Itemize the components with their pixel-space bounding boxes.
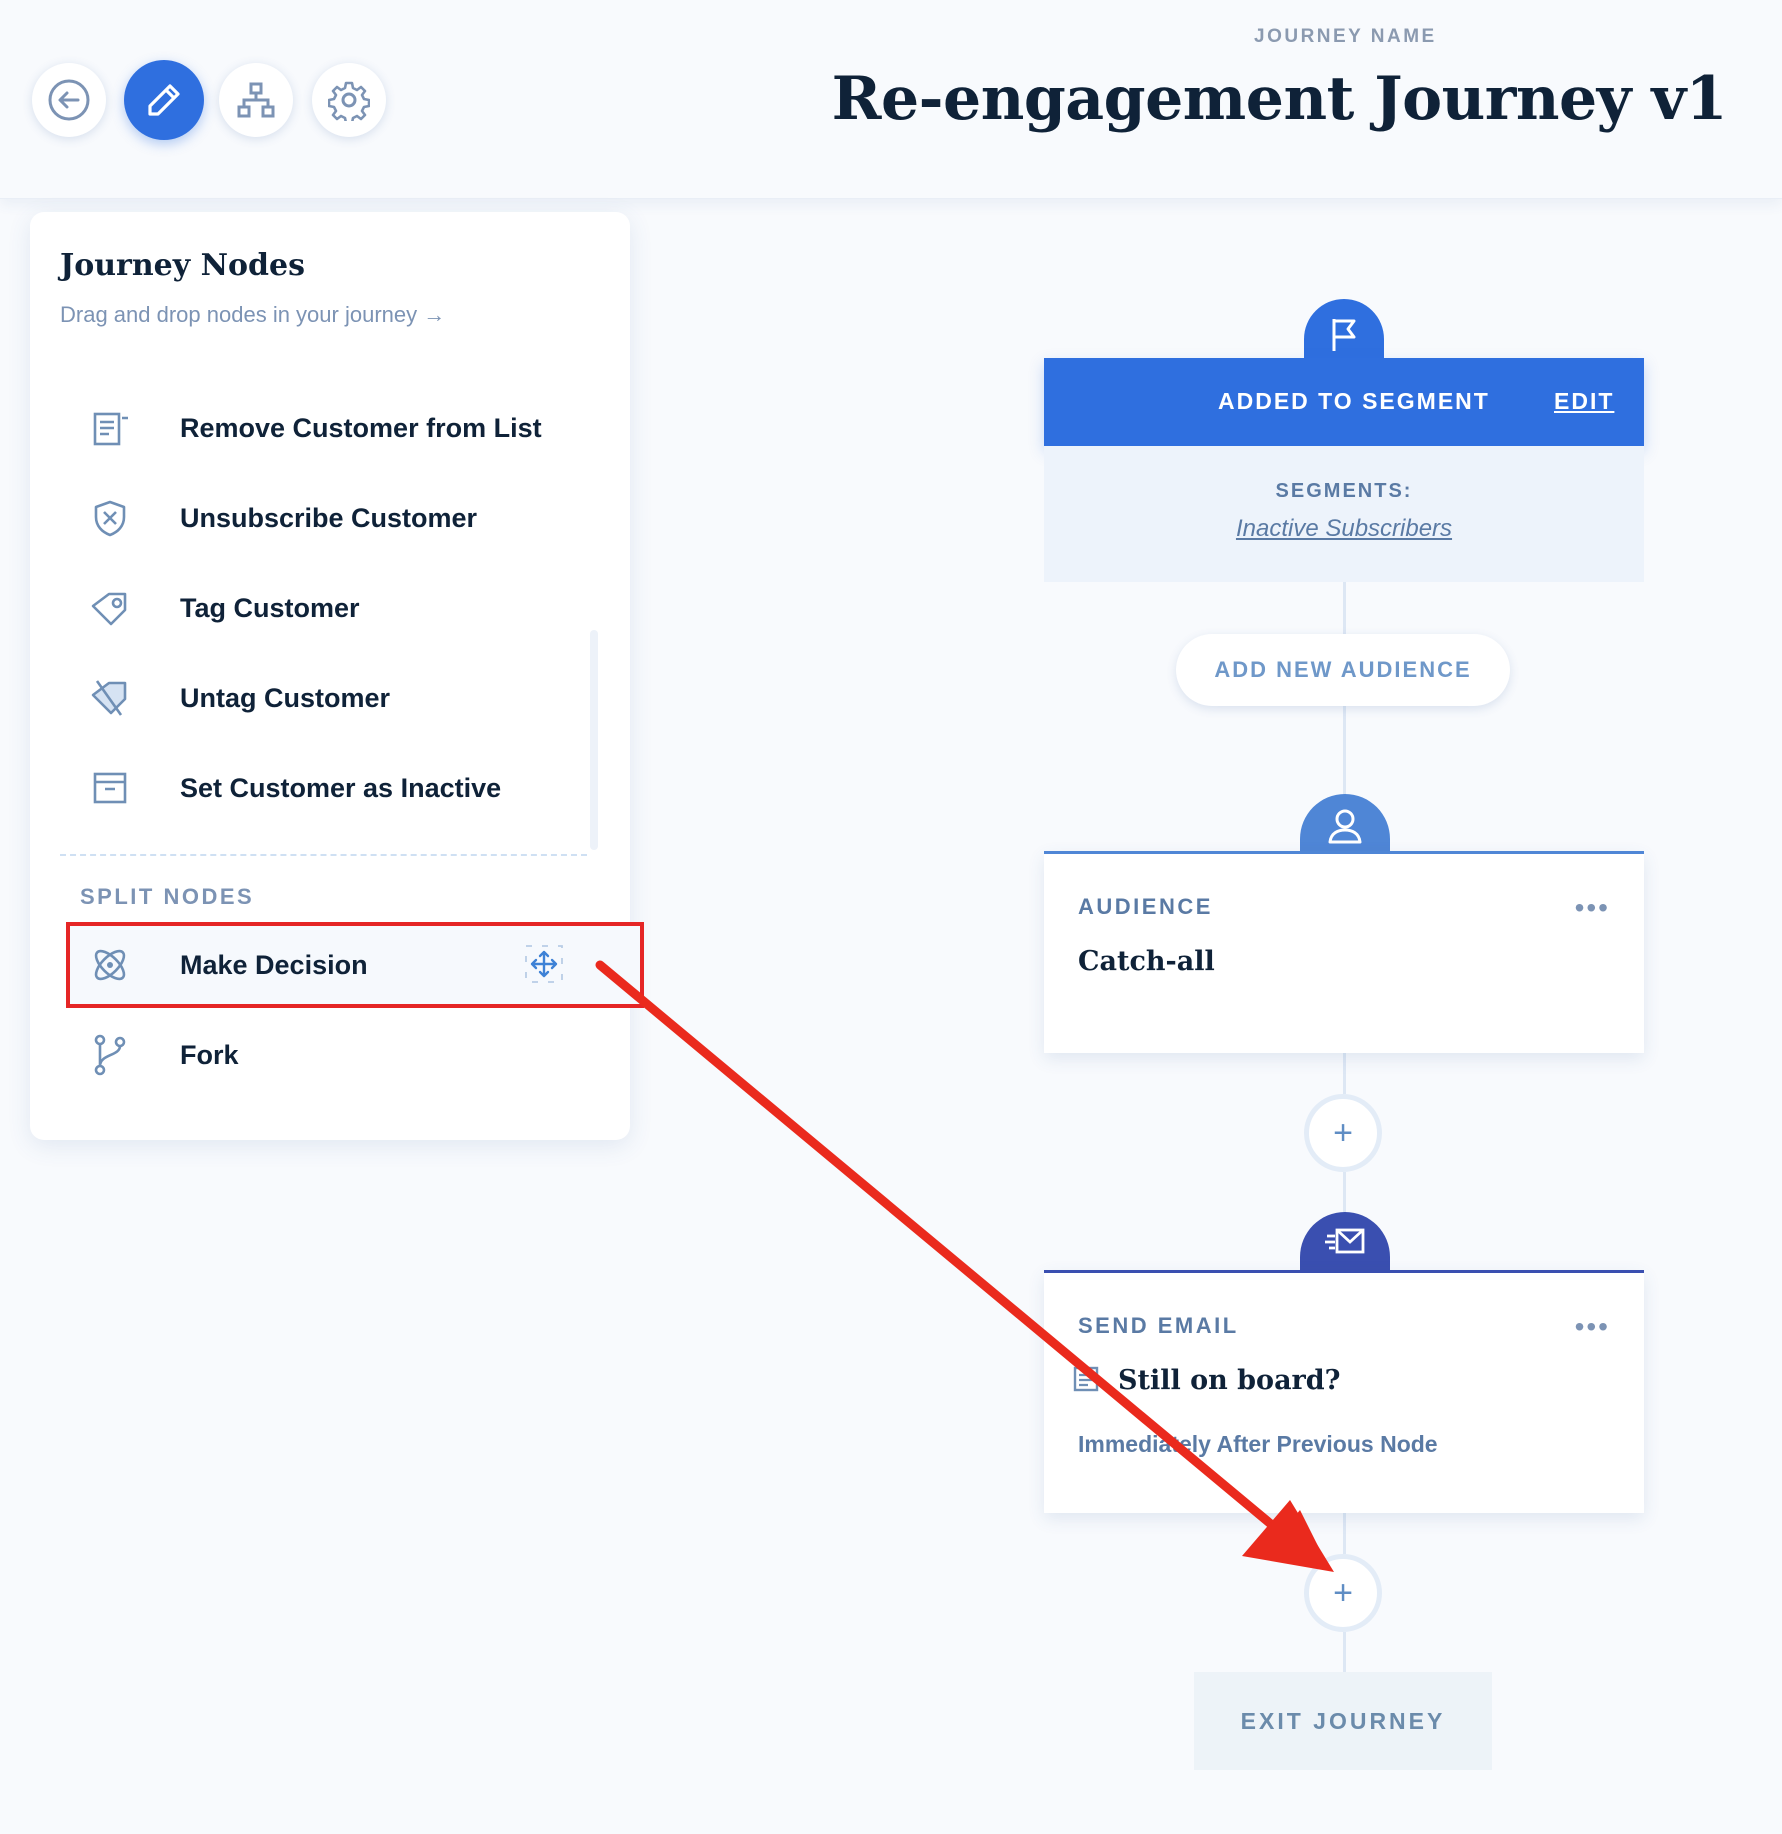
node-label: Set Customer as Inactive <box>180 772 502 803</box>
add-node-button[interactable]: + <box>1304 1094 1382 1172</box>
shield-x-icon <box>94 500 126 537</box>
segment-link[interactable]: Inactive Subscribers <box>1044 515 1644 543</box>
send-email-node[interactable]: SEND EMAIL ••• Still on board? Immediate… <box>1044 1270 1644 1513</box>
settings-button[interactable] <box>312 63 386 137</box>
node-label: Fork <box>180 1039 239 1070</box>
connector-line <box>1343 1632 1346 1672</box>
pencil-icon <box>148 84 180 116</box>
exit-journey-node: EXIT JOURNEY <box>1194 1672 1492 1770</box>
audience-node-tab <box>1300 794 1390 858</box>
gear-icon <box>328 81 370 121</box>
node-label: Tag Customer <box>180 592 360 623</box>
back-button[interactable] <box>32 63 106 137</box>
segments-label: SEGMENTS: <box>1275 480 1413 502</box>
back-arrow-icon <box>48 79 90 121</box>
trigger-edit-link[interactable]: EDIT <box>1554 388 1614 415</box>
send-email-icon <box>1325 1228 1365 1254</box>
journey-name-label: JOURNEY NAME <box>1254 26 1437 47</box>
node-make-decision[interactable]: Make Decision <box>80 935 600 995</box>
node-tag-customer[interactable]: Tag Customer <box>80 578 600 638</box>
email-timing: Immediately After Previous Node <box>1078 1431 1438 1457</box>
flag-icon <box>1332 319 1356 351</box>
audience-value: Catch-all <box>1078 946 1215 977</box>
archive-icon <box>93 772 127 804</box>
panel-subtitle: Drag and drop nodes in your journey → <box>60 302 446 327</box>
move-icon <box>525 945 563 983</box>
connector-line <box>1343 706 1346 796</box>
journey-nodes-panel: Journey Nodes Drag and drop nodes in you… <box>30 212 644 1140</box>
trigger-title: ADDED TO SEGMENT <box>1218 388 1490 414</box>
branch-icon <box>94 1034 126 1076</box>
send-email-menu-button[interactable]: ••• <box>1575 1311 1610 1343</box>
add-new-audience-button[interactable]: ADD NEW AUDIENCE <box>1176 634 1510 706</box>
structure-view-button[interactable] <box>219 63 293 137</box>
tag-icon <box>91 592 127 626</box>
add-node-button-target[interactable]: + <box>1304 1554 1382 1632</box>
section-divider <box>60 854 587 856</box>
node-label: Untag Customer <box>180 682 391 713</box>
node-label: Unsubscribe Customer <box>180 502 478 533</box>
connector-line <box>1343 582 1346 634</box>
connector-line <box>1343 1172 1346 1212</box>
email-doc-icon <box>1073 1366 1099 1392</box>
panel-scrollbar[interactable] <box>590 630 598 850</box>
user-icon <box>1328 809 1362 844</box>
drag-handle[interactable] <box>524 944 564 989</box>
atom-icon <box>94 949 126 981</box>
audience-node[interactable]: AUDIENCE ••• Catch-all <box>1044 851 1644 1053</box>
email-subject: Still on board? <box>1118 1365 1341 1396</box>
trigger-node-tab <box>1304 299 1384 365</box>
node-set-inactive[interactable]: Set Customer as Inactive <box>80 758 600 818</box>
audience-menu-button[interactable]: ••• <box>1575 892 1610 924</box>
journey-header: JOURNEY NAME Re-engagement Journey v1 <box>0 0 1782 199</box>
connector-line <box>1343 1050 1346 1094</box>
send-email-title: SEND EMAIL <box>1078 1313 1239 1338</box>
audience-title: AUDIENCE <box>1078 894 1213 919</box>
edit-mode-button[interactable] <box>124 60 204 140</box>
node-unsubscribe[interactable]: Unsubscribe Customer <box>80 488 600 548</box>
trigger-node[interactable]: ADDED TO SEGMENT EDIT <box>1044 358 1644 446</box>
split-nodes-heading: SPLIT NODES <box>80 884 255 909</box>
node-fork[interactable]: Fork <box>80 1025 600 1085</box>
node-label: Make Decision <box>180 949 368 980</box>
trigger-segments-box: SEGMENTS: Inactive Subscribers <box>1044 446 1644 582</box>
list-remove-icon <box>93 412 128 446</box>
node-untag-customer[interactable]: Untag Customer <box>80 668 600 728</box>
panel-title: Journey Nodes <box>60 248 305 283</box>
hierarchy-icon <box>237 82 275 118</box>
connector-line <box>1343 1510 1346 1554</box>
tag-off-icon <box>91 680 127 716</box>
journey-title[interactable]: Re-engagement Journey v1 <box>832 64 1728 134</box>
node-label: Remove Customer from List <box>180 412 542 443</box>
email-node-tab <box>1300 1212 1390 1276</box>
node-remove-from-list[interactable]: Remove Customer from List <box>80 398 600 458</box>
